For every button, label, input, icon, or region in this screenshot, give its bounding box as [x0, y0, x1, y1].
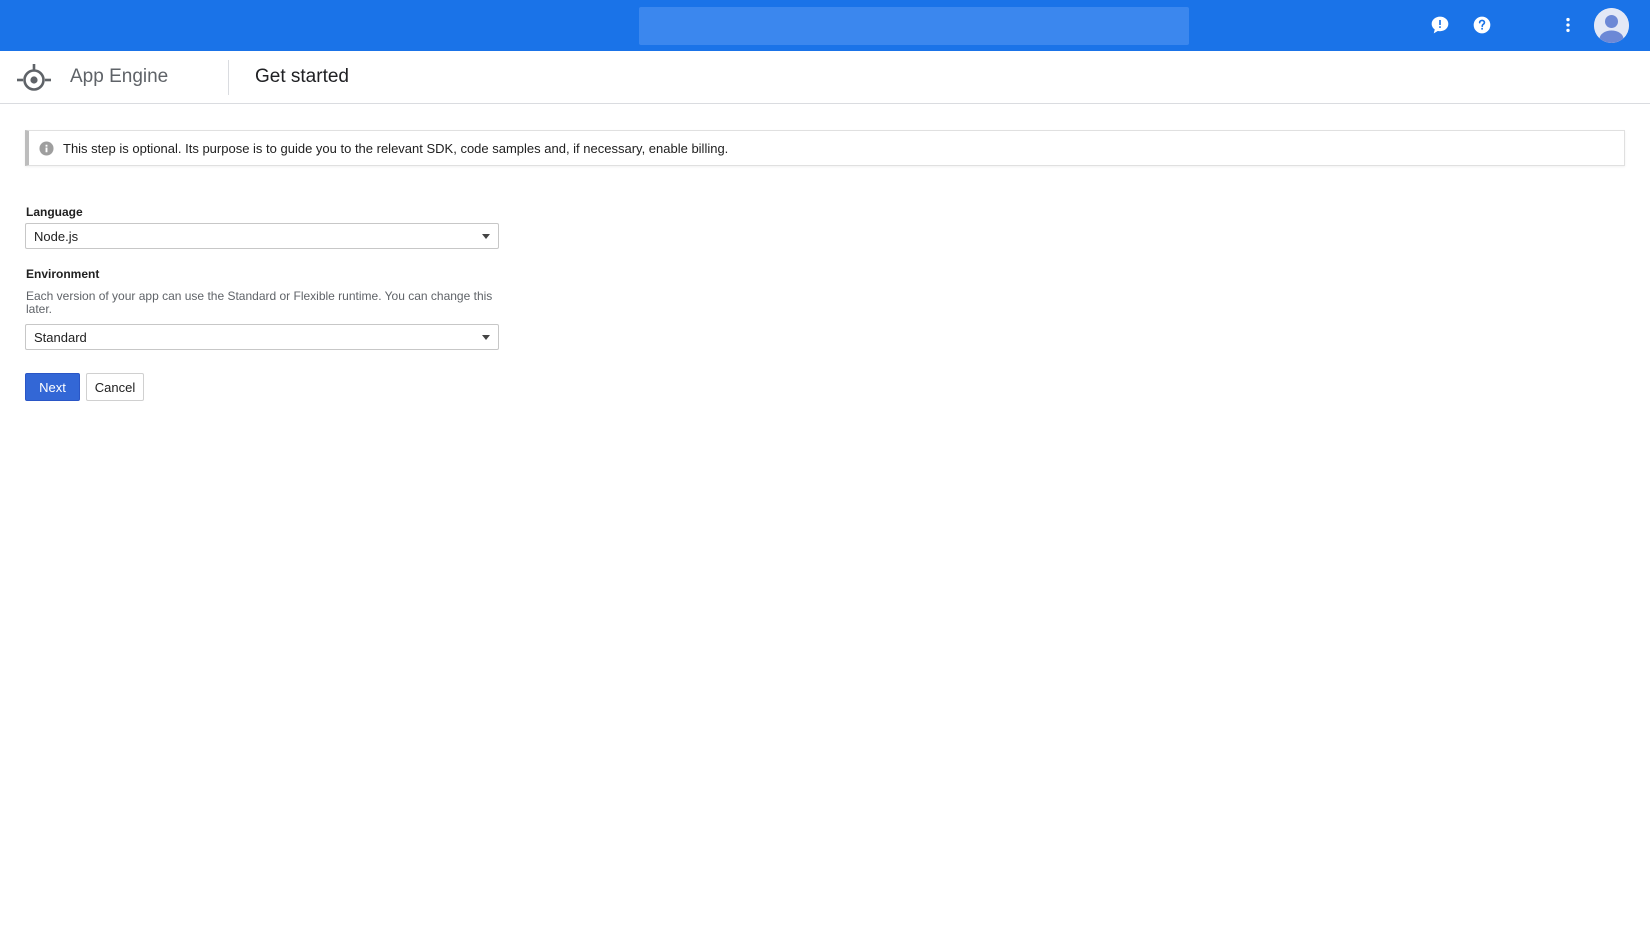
- environment-select-value: Standard: [34, 329, 87, 345]
- dropdown-caret-icon: [482, 234, 490, 239]
- environment-select[interactable]: Standard: [25, 324, 499, 350]
- language-label: Language: [26, 205, 83, 219]
- page-header: App Engine Get started: [0, 51, 1650, 104]
- account-avatar[interactable]: [1594, 8, 1629, 43]
- product-name[interactable]: App Engine: [70, 66, 168, 88]
- info-banner: This step is optional. Its purpose is to…: [25, 130, 1625, 166]
- dropdown-caret-icon: [482, 335, 490, 340]
- feedback-icon[interactable]: [1428, 13, 1452, 37]
- top-app-bar: [0, 0, 1650, 51]
- header-divider: [228, 60, 229, 95]
- next-button[interactable]: Next: [25, 373, 80, 401]
- search-input[interactable]: [639, 7, 1189, 45]
- environment-help-text: Each version of your app can use the Sta…: [26, 289, 493, 316]
- page-title: Get started: [255, 66, 349, 87]
- language-select[interactable]: Node.js: [25, 223, 499, 249]
- cancel-button[interactable]: Cancel: [86, 373, 144, 401]
- info-icon: [39, 140, 54, 156]
- environment-label: Environment: [26, 267, 100, 281]
- app-engine-logo-icon[interactable]: [15, 60, 53, 94]
- help-icon[interactable]: [1470, 13, 1494, 37]
- more-vert-icon[interactable]: [1556, 13, 1580, 37]
- language-select-value: Node.js: [34, 228, 79, 244]
- info-banner-text: This step is optional. Its purpose is to…: [63, 140, 729, 156]
